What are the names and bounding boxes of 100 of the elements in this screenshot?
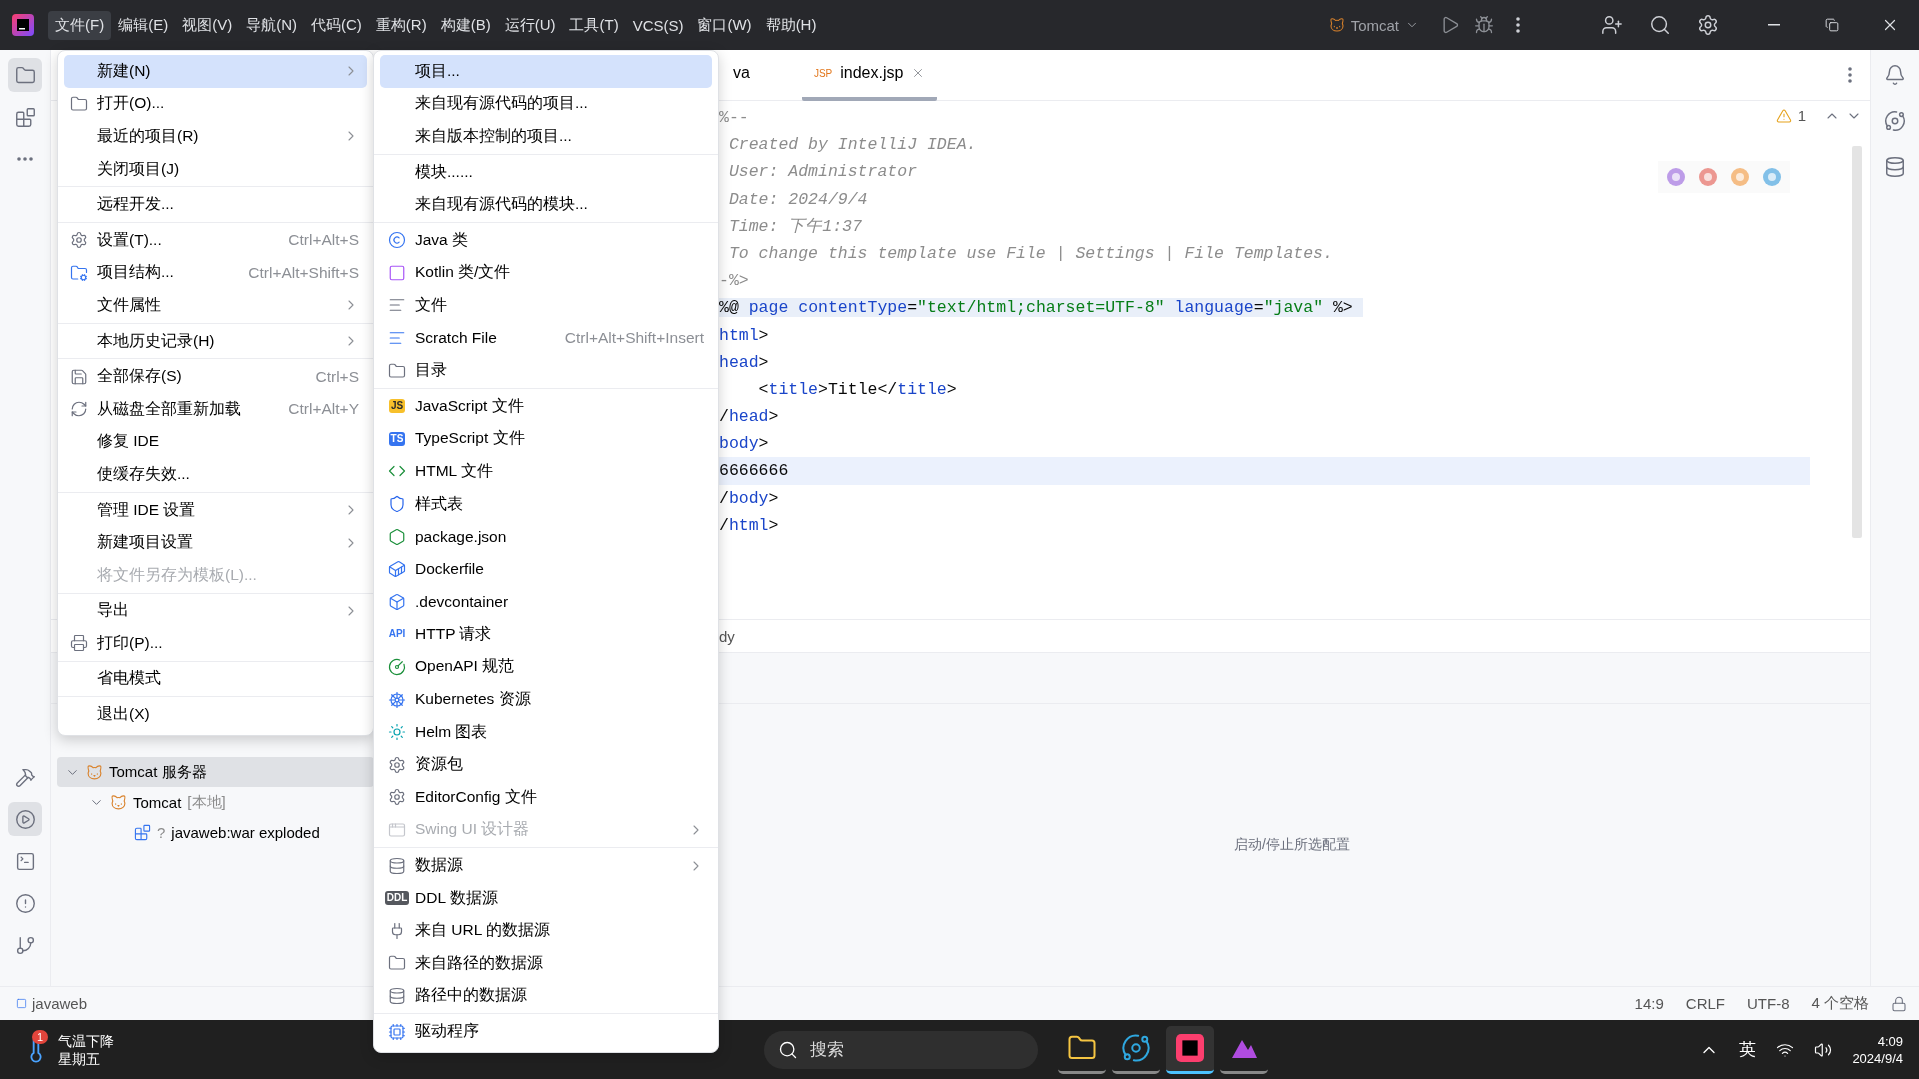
tool-window-button[interactable]	[8, 58, 42, 92]
code-line: /html>	[719, 515, 780, 535]
taskbar-app[interactable]	[1166, 1025, 1214, 1074]
shortcut: Ctrl+S	[314, 367, 359, 386]
menu-item[interactable]: 项目结构... Ctrl+Alt+Shift+S	[64, 256, 367, 290]
menu-item[interactable]: Scratch File Ctrl+Alt+Shift+Insert	[380, 321, 712, 355]
clock-time[interactable]: 4:09	[1877, 1032, 1903, 1050]
menu-item[interactable]: DDL DDL 数据源	[380, 881, 712, 915]
menu-item[interactable]: 新建项目设置	[64, 526, 367, 559]
menu-bar-item[interactable]: 视图(V)	[175, 10, 240, 40]
status-item[interactable]: CRLF	[1685, 995, 1725, 1012]
menu-item[interactable]: Kubernetes 资源	[380, 683, 712, 716]
menu-item[interactable]: 路径中的数据源	[380, 979, 712, 1013]
menu-item[interactable]: 本地历史记录(H)	[64, 324, 367, 358]
editor-tab[interactable]: JSP index.jsp	[801, 49, 938, 101]
menu-item[interactable]: 来自 URL 的数据源	[380, 914, 712, 948]
menu-item[interactable]: 全部保存(S) Ctrl+S	[64, 360, 367, 393]
menu-item[interactable]: 导出	[64, 594, 367, 628]
menu-item[interactable]: 最近的项目(R)	[64, 120, 367, 153]
menu-item[interactable]: 文件属性	[64, 289, 367, 322]
menu-item[interactable]: API HTTP 请求	[380, 618, 712, 651]
menu-item[interactable]: OpenAPI 规范	[380, 650, 712, 684]
menu-item[interactable]: 来自现有源代码的模块...	[380, 188, 712, 221]
menu-item[interactable]: 关闭项目(J)	[64, 152, 367, 186]
menu-bar-item[interactable]: 编辑(E)	[111, 10, 176, 40]
menu-bar-item[interactable]: 帮助(H)	[758, 10, 824, 40]
menu-item[interactable]: 打印(P)...	[64, 627, 367, 660]
services-icon	[14, 808, 36, 830]
menu-bar-item[interactable]: 代码(C)	[304, 10, 369, 40]
more-icon[interactable]	[1516, 17, 1520, 33]
menu-item[interactable]: 驱动程序	[380, 1015, 712, 1048]
cube-icon	[388, 592, 406, 611]
code-line: body>	[719, 434, 770, 454]
menu-item[interactable]: Java 类	[380, 223, 712, 257]
menu-item[interactable]: EditorConfig 文件	[380, 781, 712, 814]
menu-item[interactable]: Helm 图表	[380, 715, 712, 749]
menu-item[interactable]: 来自现有源代码的项目...	[380, 87, 712, 121]
menu-item[interactable]: 新建(N)	[64, 55, 367, 88]
menu-item[interactable]: 来自版本控制的项目...	[380, 120, 712, 153]
folder-icon	[70, 263, 88, 282]
menu-item[interactable]: JS JavaScript 文件	[380, 389, 712, 423]
shortcut: Ctrl+Alt+S	[287, 231, 359, 250]
menu-item[interactable]: 数据源	[380, 849, 712, 882]
tree-item[interactable]: Tomcat [本地]	[57, 787, 374, 817]
menu-item[interactable]: 样式表	[380, 487, 712, 521]
shortcut: Ctrl+Alt+Shift+S	[247, 263, 359, 282]
status-item[interactable]: UTF-8	[1747, 995, 1790, 1012]
code-line: <title>Title</title>	[757, 379, 958, 399]
input-method[interactable]: 英	[1739, 1038, 1757, 1061]
menu-item[interactable]: 远程开发...	[64, 188, 367, 221]
tool-window-button[interactable]	[8, 802, 42, 836]
project-name[interactable]: javaweb	[16, 995, 88, 1012]
menu-item[interactable]: 文件	[380, 289, 712, 322]
menu-bar-item[interactable]: 文件(F)	[48, 10, 112, 40]
status-item[interactable]: 4 个空格	[1811, 994, 1869, 1013]
menu-item[interactable]: package.json	[380, 520, 712, 553]
menu-bar-item[interactable]: 重构(R)	[368, 10, 434, 40]
menu-item[interactable]: 项目...	[380, 55, 712, 88]
tree-item[interactable]: Tomcat 服务器	[57, 757, 374, 787]
menu-item[interactable]: .devcontainer	[380, 585, 712, 619]
menu-bar-item[interactable]: 构建(B)	[433, 10, 498, 40]
weather-title[interactable]: 气温下降	[58, 1031, 114, 1050]
scrollbar[interactable]	[1852, 146, 1862, 538]
menu-item[interactable]: 退出(X)	[64, 698, 367, 731]
menu-bar-item[interactable]: 运行(U)	[497, 10, 563, 40]
menu-bar-item[interactable]: 窗口(W)	[690, 10, 759, 40]
menu-item[interactable]: 来自路径的数据源	[380, 947, 712, 980]
menu-item[interactable]: Kotlin 类/文件	[380, 256, 712, 290]
clock-date[interactable]: 2024/9/4	[1852, 1049, 1903, 1067]
status-item[interactable]: 14:9	[1634, 995, 1664, 1012]
menu-item[interactable]: 省电模式	[64, 662, 367, 696]
search-field[interactable]: 搜索	[764, 1030, 1038, 1069]
run-config-selector[interactable]: Tomcat	[1328, 16, 1419, 34]
more-icon[interactable]	[1848, 67, 1852, 83]
menu-item[interactable]: 使缓存失效...	[64, 458, 367, 491]
warning-count[interactable]: 1	[1797, 107, 1806, 124]
menu-item[interactable]: 从磁盘全部重新加载 Ctrl+Alt+Y	[64, 392, 367, 426]
restore-icon	[1825, 18, 1839, 32]
menu-item[interactable]: 设置(T)... Ctrl+Alt+S	[64, 223, 367, 257]
breadcrumb[interactable]: dy	[719, 627, 735, 645]
menu-item[interactable]: 修复 IDE	[64, 425, 367, 459]
menu-item[interactable]: 资源包	[380, 748, 712, 782]
tree-item[interactable]: ? javaweb:war exploded	[57, 817, 374, 847]
minimize-icon[interactable]	[1768, 24, 1780, 26]
editor-tab[interactable]: va	[721, 49, 762, 101]
save-icon	[70, 367, 88, 386]
menu-item[interactable]: 模块......	[380, 155, 712, 189]
code-line: -%>	[719, 271, 750, 291]
menu-bar-item[interactable]: 导航(N)	[239, 10, 304, 40]
menu-item[interactable]: TS TypeScript 文件	[380, 422, 712, 456]
menu-item[interactable]: 目录	[380, 354, 712, 387]
more-icon[interactable]	[17, 157, 33, 161]
menu-item[interactable]: HTML 文件	[380, 455, 712, 488]
menu-item[interactable]: 管理 IDE 设置	[64, 493, 367, 527]
app-logo-icon[interactable]	[12, 14, 34, 36]
menu-item[interactable]: Dockerfile	[380, 552, 712, 586]
menu-item[interactable]: 打开(O)...	[64, 87, 367, 121]
menu-bar-item[interactable]: VCS(S)	[625, 11, 691, 39]
menu-bar-item[interactable]: 工具(T)	[562, 10, 626, 40]
settings-icon	[70, 231, 88, 250]
